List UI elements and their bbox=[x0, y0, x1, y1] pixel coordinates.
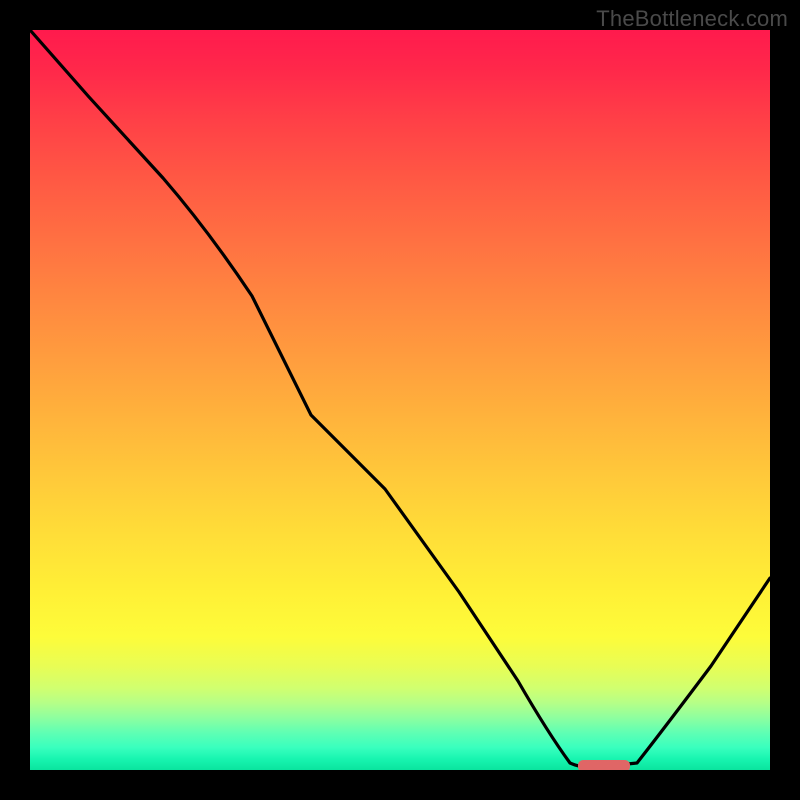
watermark-text: TheBottleneck.com bbox=[596, 6, 788, 32]
bottleneck-curve-path bbox=[30, 30, 770, 767]
optimal-range-marker bbox=[578, 760, 630, 770]
plot-area bbox=[30, 30, 770, 770]
bottleneck-curve-layer bbox=[30, 30, 770, 770]
chart-frame: TheBottleneck.com bbox=[0, 0, 800, 800]
